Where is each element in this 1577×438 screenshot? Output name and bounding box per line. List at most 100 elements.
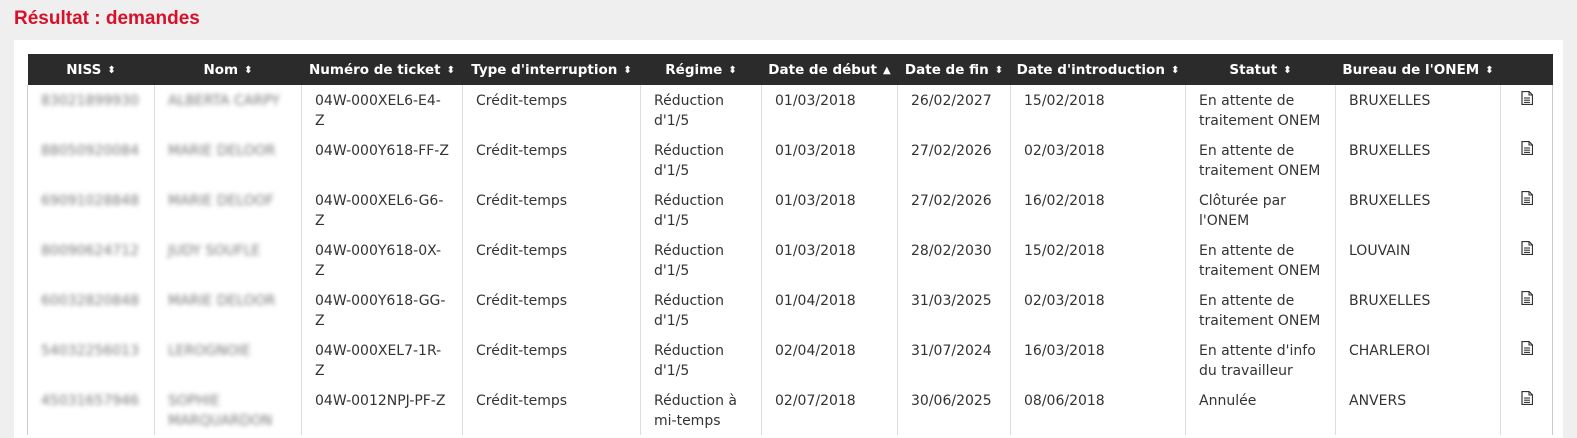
cell-niss: 54032256013	[27, 335, 155, 385]
column-header-debut[interactable]: Date de début ▲	[761, 54, 898, 85]
cell-document[interactable]	[1500, 335, 1553, 385]
cell-niss-value: 45031657946	[41, 393, 139, 409]
page-title: Résultat : demandes	[14, 8, 200, 29]
cell-debut-value: 01/04/2018	[775, 293, 856, 309]
cell-nom-value: ALBERTA CARPY	[168, 93, 280, 109]
cell-debut: 01/03/2018	[761, 235, 898, 285]
document-icon[interactable]	[1521, 190, 1534, 206]
cell-bureau: BRUXELLES	[1335, 135, 1501, 185]
sort-icon[interactable]: ⬍	[447, 65, 455, 76]
table-row[interactable]: 45031657946 SOPHIE MARQUARDON 04W-0012NPJ-…	[27, 385, 1553, 435]
sort-ascending-icon[interactable]: ▲	[883, 65, 891, 76]
document-icon[interactable]	[1521, 140, 1534, 156]
column-header-niss[interactable]: NISS ⬍	[27, 54, 155, 85]
cell-nom: LEROGNOIE	[154, 335, 302, 385]
cell-document[interactable]	[1500, 385, 1553, 435]
cell-statut: En attente de traitement ONEM	[1185, 85, 1336, 135]
cell-intro: 08/06/2018	[1010, 385, 1186, 435]
document-icon[interactable]	[1521, 390, 1534, 406]
cell-statut: En attente de traitement ONEM	[1185, 235, 1336, 285]
column-header-label: Date d'introduction	[1016, 61, 1165, 78]
table-row[interactable]: 54032256013 LEROGNOIE 04W-000XEL7-1R-Z Créd…	[27, 335, 1553, 385]
cell-regime-value: Réduction d'1/5	[654, 243, 724, 279]
cell-debut-value: 01/03/2018	[775, 143, 856, 159]
cell-regime: Réduction d'1/5	[640, 135, 762, 185]
sort-icon[interactable]: ⬍	[995, 65, 1003, 76]
column-header-ticket[interactable]: Numéro de ticket ⬍	[301, 54, 463, 85]
cell-fin-value: 27/02/2026	[911, 193, 992, 209]
cell-document[interactable]	[1500, 135, 1553, 185]
document-icon[interactable]	[1521, 240, 1534, 256]
cell-statut-value: En attente de traitement ONEM	[1199, 293, 1321, 329]
document-icon[interactable]	[1521, 340, 1534, 356]
cell-document[interactable]	[1500, 235, 1553, 285]
cell-bureau-value: LOUVAIN	[1349, 243, 1411, 259]
sort-icon[interactable]: ⬍	[1485, 65, 1493, 76]
cell-intro: 16/02/2018	[1010, 185, 1186, 235]
cell-niss-value: 54032256013	[41, 343, 139, 359]
column-header-intro[interactable]: Date d'introduction ⬍	[1010, 54, 1186, 85]
cell-nom-value: MARIE DELOOR	[168, 143, 276, 159]
column-header-label: NISS	[66, 61, 102, 78]
cell-type: Crédit-temps	[462, 185, 641, 235]
cell-niss: 80090624712	[27, 235, 155, 285]
cell-ticket-value: 04W-000XEL7-1R-Z	[315, 343, 442, 379]
cell-bureau: CHARLEROI	[1335, 335, 1501, 385]
document-icon[interactable]	[1521, 290, 1534, 306]
cell-regime-value: Réduction à mi-temps	[654, 393, 738, 429]
cell-nom-value: SOPHIE MARQUARDON	[168, 393, 273, 429]
table-row[interactable]: 83021899930 ALBERTA CARPY 04W-000XEL6-E4-Z…	[27, 85, 1553, 135]
cell-debut-value: 01/03/2018	[775, 243, 856, 259]
table-row[interactable]: 60032820848 MARIE DELOOR 04W-000Y618-GG-Z C…	[27, 285, 1553, 335]
cell-regime: Réduction d'1/5	[640, 285, 762, 335]
cell-niss: 83021899930	[27, 85, 155, 135]
column-header-label: Date de début	[768, 61, 877, 78]
sort-icon[interactable]: ⬍	[728, 65, 736, 76]
sort-icon[interactable]: ⬍	[623, 65, 631, 76]
cell-document[interactable]	[1500, 185, 1553, 235]
document-icon[interactable]	[1521, 90, 1534, 106]
cell-regime: Réduction d'1/5	[640, 185, 762, 235]
cell-statut-value: Annulée	[1199, 393, 1257, 409]
cell-statut-value: En attente de traitement ONEM	[1199, 93, 1321, 129]
sort-icon[interactable]: ⬍	[244, 65, 252, 76]
cell-bureau-value: BRUXELLES	[1349, 93, 1431, 109]
cell-nom: MARIE DELOOR	[154, 135, 302, 185]
cell-bureau-value: BRUXELLES	[1349, 193, 1431, 209]
cell-nom-value: MARIE DELOOF	[168, 193, 274, 209]
cell-fin: 27/02/2026	[897, 185, 1011, 235]
cell-document[interactable]	[1500, 85, 1553, 135]
cell-regime-value: Réduction d'1/5	[654, 193, 724, 229]
cell-ticket-value: 04W-000Y618-GG-Z	[315, 293, 446, 329]
cell-statut-value: En attente d'info du travailleur	[1199, 343, 1316, 379]
column-header-label: Régime	[665, 61, 723, 78]
sort-icon[interactable]: ⬍	[1171, 65, 1179, 76]
column-header-nom[interactable]: Nom ⬍	[154, 54, 302, 85]
cell-ticket: 04W-000Y618-GG-Z	[301, 285, 463, 335]
cell-statut: Clôturée par l'ONEM	[1185, 185, 1336, 235]
cell-ticket-value: 04W-000XEL6-G6-Z	[315, 193, 444, 229]
cell-fin: 31/03/2025	[897, 285, 1011, 335]
column-header-statut[interactable]: Statut ⬍	[1185, 54, 1336, 85]
column-header-type[interactable]: Type d'interruption ⬍	[462, 54, 641, 85]
column-header-bureau[interactable]: Bureau de l'ONEM ⬍	[1335, 54, 1501, 85]
cell-ticket: 04W-000XEL6-G6-Z	[301, 185, 463, 235]
column-header-fin[interactable]: Date de fin ⬍	[897, 54, 1011, 85]
cell-regime-value: Réduction d'1/5	[654, 143, 724, 179]
sort-icon[interactable]: ⬍	[1283, 65, 1291, 76]
cell-ticket-value: 04W-000Y618-FF-Z	[315, 143, 449, 159]
cell-regime-value: Réduction d'1/5	[654, 93, 724, 129]
cell-document[interactable]	[1500, 285, 1553, 335]
table-row[interactable]: 69091028848 MARIE DELOOF 04W-000XEL6-G6-Z C…	[27, 185, 1553, 235]
table-row[interactable]: 80090624712 JUDY SOUFLE 04W-000Y618-0X-Z Cr…	[27, 235, 1553, 285]
cell-statut: En attente de traitement ONEM	[1185, 285, 1336, 335]
column-header-label: Numéro de ticket	[309, 61, 441, 78]
sort-icon[interactable]: ⬍	[107, 65, 115, 76]
cell-statut-value: En attente de traitement ONEM	[1199, 243, 1321, 279]
column-header-label: Statut	[1229, 61, 1278, 78]
column-header-regime[interactable]: Régime ⬍	[640, 54, 762, 85]
cell-debut-value: 02/04/2018	[775, 343, 856, 359]
cell-statut-value: Clôturée par l'ONEM	[1199, 193, 1286, 229]
cell-intro: 02/03/2018	[1010, 285, 1186, 335]
table-row[interactable]: 88050920084 MARIE DELOOR 04W-000Y618-FF-Z C…	[27, 135, 1553, 185]
